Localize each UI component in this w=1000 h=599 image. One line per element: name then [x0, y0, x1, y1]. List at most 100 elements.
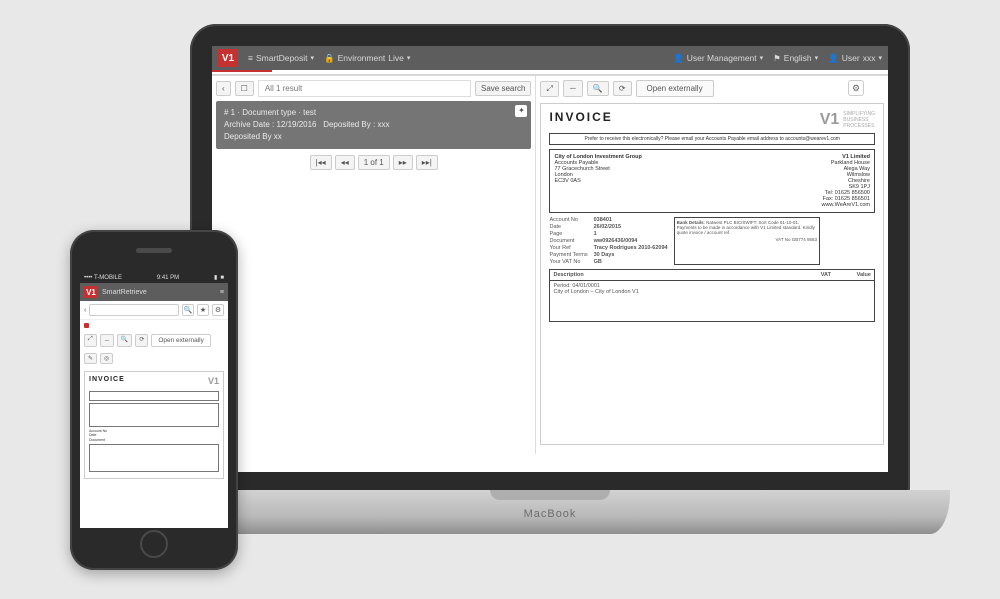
environment-selector[interactable]: 🔒 Environment Live ▾: [324, 53, 410, 64]
from-address: V1 Limited Parkland House Alega Way Wilm…: [821, 154, 870, 208]
user-mgmt-label: User Management: [687, 53, 757, 63]
carrier-label: •••• T-MOBILE: [84, 275, 122, 281]
invoice-meta: Account No038401 Date26/02/2015 Page1 Do…: [549, 217, 875, 265]
acc-val: 038401: [594, 217, 668, 223]
fullscreen-icon[interactable]: ⤢: [540, 81, 558, 97]
card-action-icon[interactable]: ✦: [515, 105, 527, 117]
viewer-toolbar: ⤢ － 🔍 ⟳ Open externally: [540, 80, 884, 97]
open-externally-button[interactable]: Open externally: [636, 80, 714, 97]
document-preview: INVOICE V1 SIMPLIFYING BUSINESS PROCESSE…: [540, 103, 884, 445]
v1-logo-icon: V1: [820, 110, 840, 129]
vat-label: Your VAT No: [549, 259, 587, 265]
caret-down-icon: ▾: [310, 54, 314, 62]
battery-icon: ■: [220, 275, 224, 281]
user-label: User: [842, 53, 860, 63]
menu-smartdeposit[interactable]: ≡ SmartDeposit ▾: [248, 53, 314, 63]
app-header: V1 ≡ SmartDeposit ▾ 🔒 Environment Live ▾…: [212, 46, 888, 70]
laptop-brand: MacBook: [524, 508, 577, 520]
invoice-banner: Prefer to receive this electronically? P…: [549, 133, 875, 145]
env-label: Environment: [338, 53, 386, 63]
acc-label: Account No: [549, 217, 587, 223]
viewer-panel: ⤢ － 🔍 ⟳ Open externally INVOICE V1: [536, 76, 888, 454]
edit-icon[interactable]: ✎: [84, 353, 97, 364]
caret-down-icon: ▾: [407, 54, 411, 62]
invoice-title: INVOICE: [89, 376, 125, 383]
bill-to: City of London Investment Group Accounts…: [554, 154, 641, 208]
mini-address: [89, 403, 219, 427]
bank-details: Bank Details: Natwest PLC BIC/SWIFT: Sor…: [674, 217, 820, 265]
refresh-icon[interactable]: ⟳: [135, 334, 148, 347]
zoom-out-icon[interactable]: －: [100, 334, 114, 347]
co-vat-label: VAT No: [775, 237, 790, 242]
document-card[interactable]: ✦ # 1 · Document type · test Archive Dat…: [216, 101, 531, 149]
vat-val: GB: [594, 259, 668, 265]
select-all-checkbox[interactable]: ☐: [235, 81, 254, 96]
user-management-menu[interactable]: 👤 User Management ▾: [673, 53, 763, 64]
fullscreen-icon[interactable]: ⤢: [84, 334, 97, 347]
doc-val: ww0926436/0094: [594, 238, 668, 244]
gear-icon[interactable]: ⚙: [212, 304, 224, 316]
invoice-logo: V1: [208, 376, 219, 387]
deposited-by-value: xxx: [377, 120, 389, 129]
mini-lines-box: [89, 444, 219, 472]
hamburger-icon[interactable]: ≡: [220, 289, 224, 296]
col-vat: VAT: [791, 272, 831, 278]
user-icon: 👤: [673, 53, 684, 64]
date-label: Date: [549, 224, 587, 230]
page-label: Page: [549, 231, 587, 237]
invoice-lines: Description VAT Value Period: 04/01/0001…: [549, 269, 875, 322]
brand-logo[interactable]: V1: [84, 286, 98, 298]
open-externally-button[interactable]: Open externally: [151, 334, 211, 347]
target-icon[interactable]: ◎: [100, 353, 113, 364]
language-label: English: [784, 53, 812, 63]
brand-logo[interactable]: V1: [218, 49, 238, 67]
refresh-icon[interactable]: ⟳: [613, 81, 632, 96]
result-count: All 1 result: [258, 80, 471, 97]
mini-doc: Document: [89, 438, 219, 443]
results-panel: ‹ ☐ All 1 result Save search ✦ # 1 · Doc…: [212, 76, 536, 454]
app-menu-label: SmartDeposit: [256, 53, 308, 63]
pager-last[interactable]: ▸▸|: [416, 155, 438, 170]
save-search-button[interactable]: Save search: [475, 81, 531, 96]
invoice-title: INVOICE: [549, 110, 612, 124]
active-indicator: [84, 323, 89, 328]
settings-button[interactable]: ⚙: [848, 80, 864, 96]
star-icon[interactable]: ★: [197, 304, 209, 316]
language-selector[interactable]: ⚑ English ▾: [773, 53, 818, 64]
env-value: Live: [388, 53, 404, 63]
mini-banner: [89, 391, 219, 401]
invoice-logo: V1 SIMPLIFYING BUSINESS PROCESSES: [820, 110, 875, 129]
search-bar: ‹ ☐ All 1 result Save search: [216, 80, 531, 97]
zoom-in-icon[interactable]: 🔍: [587, 81, 609, 96]
zoom-in-icon[interactable]: 🔍: [117, 334, 132, 347]
pager-first[interactable]: |◂◂: [310, 155, 332, 170]
phone-viewer-toolbar: ⤢ － 🔍 ⟳ Open externally: [80, 331, 228, 350]
flag-icon: ⚑: [773, 53, 781, 64]
user-menu[interactable]: 👤 User xxx ▾: [828, 53, 882, 64]
zoom-out-icon[interactable]: －: [563, 80, 583, 97]
laptop-notch: [490, 490, 610, 500]
card-title: # 1 · Document type · test: [224, 107, 523, 119]
terms-val: 30 Days: [594, 252, 668, 258]
col-desc: Description: [553, 272, 791, 278]
collapse-button[interactable]: ‹: [216, 81, 231, 96]
search-icon[interactable]: 🔍: [182, 304, 194, 316]
from-web: www.WeAreV1.com: [821, 202, 870, 208]
laptop-mockup: V1 ≡ SmartDeposit ▾ 🔒 Environment Live ▾…: [190, 24, 910, 534]
caret-down-icon: ▾: [815, 54, 819, 62]
terms-label: Payment Terms: [549, 252, 587, 258]
archive-label: Archive Date: [224, 120, 270, 129]
pager-prev[interactable]: ◂◂: [335, 155, 355, 170]
phone-search-input[interactable]: [89, 304, 179, 316]
pager-next[interactable]: ▸▸: [393, 155, 413, 170]
clock: 9:41 PM: [157, 275, 179, 281]
back-icon[interactable]: ‹: [84, 307, 86, 314]
ref-val: Tracy Rodrigues 2010-62094: [594, 245, 668, 251]
laptop-bezel: V1 ≡ SmartDeposit ▾ 🔒 Environment Live ▾…: [190, 24, 910, 494]
phone-app-title: SmartRetrieve: [102, 289, 147, 296]
co-vat-val: GB774 9583: [792, 237, 817, 242]
mini-meta: Account No Date Document: [89, 429, 219, 443]
phone-statusbar: •••• T-MOBILE 9:41 PM ▮ ■: [80, 272, 228, 283]
phone-screen: •••• T-MOBILE 9:41 PM ▮ ■ V1 SmartRetrie…: [80, 272, 228, 528]
archive-value: 12/19/2016: [276, 120, 316, 129]
